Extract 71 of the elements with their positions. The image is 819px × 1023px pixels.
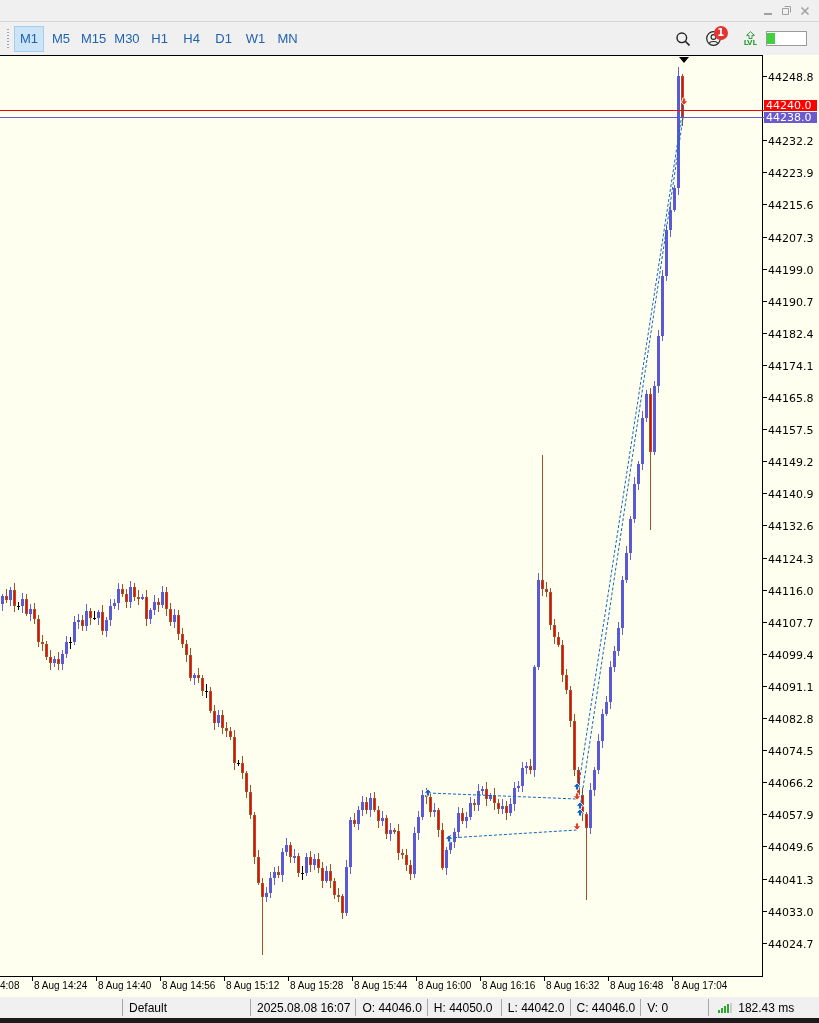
price-axis-label: 44082.8 xyxy=(768,712,814,726)
price-axis-label: 44124.3 xyxy=(768,552,814,566)
signal-icon xyxy=(718,1002,733,1013)
close-icon[interactable] xyxy=(801,6,809,15)
price-axis-label: 44140.9 xyxy=(768,487,814,501)
price-axis-label: 44116.0 xyxy=(768,584,814,598)
search-icon[interactable] xyxy=(675,31,690,46)
up-arrow-icon xyxy=(444,834,454,843)
price-axis-label: 44132.6 xyxy=(768,519,814,533)
price-axis-label: 44223.9 xyxy=(768,166,814,180)
price-axis-label: 44199.0 xyxy=(768,263,814,277)
price-axis-label: 44033.0 xyxy=(768,905,814,919)
volume-label: V: 0 xyxy=(647,1000,669,1015)
price-axis-label: 44041.3 xyxy=(768,873,814,887)
timeframe-tab[interactable]: M5 xyxy=(46,25,76,52)
price-axis-label: 44215.6 xyxy=(768,198,814,212)
timeframe-tab[interactable]: MN xyxy=(272,25,303,52)
datetime-label: 2025.08.08 16:07 xyxy=(257,1000,351,1015)
high-price-label: H: 44050.0 xyxy=(433,1000,493,1015)
time-axis-label: 8 Aug 14:24 xyxy=(34,980,88,991)
price-axis-label: 44066.2 xyxy=(768,776,814,790)
price-axis-label: 44190.7 xyxy=(768,295,814,309)
time-axis-label: 8 Aug 16:48 xyxy=(610,980,664,991)
time-axis-label: 8 Aug 14:40 xyxy=(98,980,152,991)
price-axis-label: 44074.5 xyxy=(768,744,814,758)
time-axis-label: 8 Aug 15:28 xyxy=(290,980,344,991)
down-arrow-icon xyxy=(679,97,689,106)
minimize-icon[interactable] xyxy=(764,12,772,15)
low-price-label: L: 44042.0 xyxy=(507,1000,565,1015)
price-axis-label: 44182.4 xyxy=(768,327,814,341)
ping-label: 182.43 ms xyxy=(738,1000,795,1015)
grip-handle[interactable] xyxy=(7,28,9,49)
up-arrow-icon xyxy=(745,30,755,39)
timeframe-tab[interactable]: M1 xyxy=(14,25,44,52)
price-axis-label: 44157.5 xyxy=(768,423,814,437)
timeframe-tab[interactable]: M15 xyxy=(78,25,110,52)
time-axis-label: 8 Aug 17:04 xyxy=(674,980,728,991)
price-axis-label: 44149.2 xyxy=(768,455,814,469)
close-price-label: C: 44046.0 xyxy=(576,1000,636,1015)
time-axis-label: 8 Aug 16:00 xyxy=(418,980,472,991)
timeframe-tab[interactable]: M30 xyxy=(111,25,143,52)
open-price-label: O: 44046.0 xyxy=(362,1000,422,1015)
timeframe-tab[interactable]: H4 xyxy=(176,25,207,52)
price-label: 44238.0 xyxy=(764,112,817,123)
price-label: 44240.0 xyxy=(764,100,817,111)
price-axis-label: 44091.1 xyxy=(768,680,814,694)
price-axis-label: 44232.2 xyxy=(768,134,814,148)
timeframe-tab[interactable]: W1 xyxy=(240,25,271,52)
time-axis-label: 8 Aug 16:16 xyxy=(482,980,536,991)
price-axis-label: 44099.4 xyxy=(768,648,814,662)
restore-icon[interactable] xyxy=(782,6,791,15)
time-axis-label: 8 Aug 16:32 xyxy=(546,980,600,991)
up-arrow-icon xyxy=(423,788,433,797)
price-axis-label: 44107.7 xyxy=(768,616,814,630)
down-arrow-icon xyxy=(572,822,582,831)
notification-badge: 1 xyxy=(713,26,728,40)
price-axis-label: 44248.8 xyxy=(768,70,814,84)
price-axis-label: 44024.7 xyxy=(768,937,814,951)
timeframe-tab[interactable]: D1 xyxy=(208,25,239,52)
profile-label: Default xyxy=(129,1000,168,1015)
price-axis-label: 44165.8 xyxy=(768,391,814,405)
price-axis-label: 44057.9 xyxy=(768,808,814,822)
timeframe-tab[interactable]: H1 xyxy=(144,25,175,52)
price-axis-label: 44207.3 xyxy=(768,231,814,245)
down-arrow-icon xyxy=(572,792,582,801)
time-axis-label: 8 Aug 15:44 xyxy=(354,980,408,991)
price-axis-label: 44174.1 xyxy=(768,359,814,373)
time-axis-label: 8 Aug 15:12 xyxy=(226,980,280,991)
price-axis-label: 44049.6 xyxy=(768,840,814,854)
time-axis-label: 8 Aug 14:56 xyxy=(162,980,216,991)
time-axis-label: 4:08 xyxy=(0,980,20,991)
